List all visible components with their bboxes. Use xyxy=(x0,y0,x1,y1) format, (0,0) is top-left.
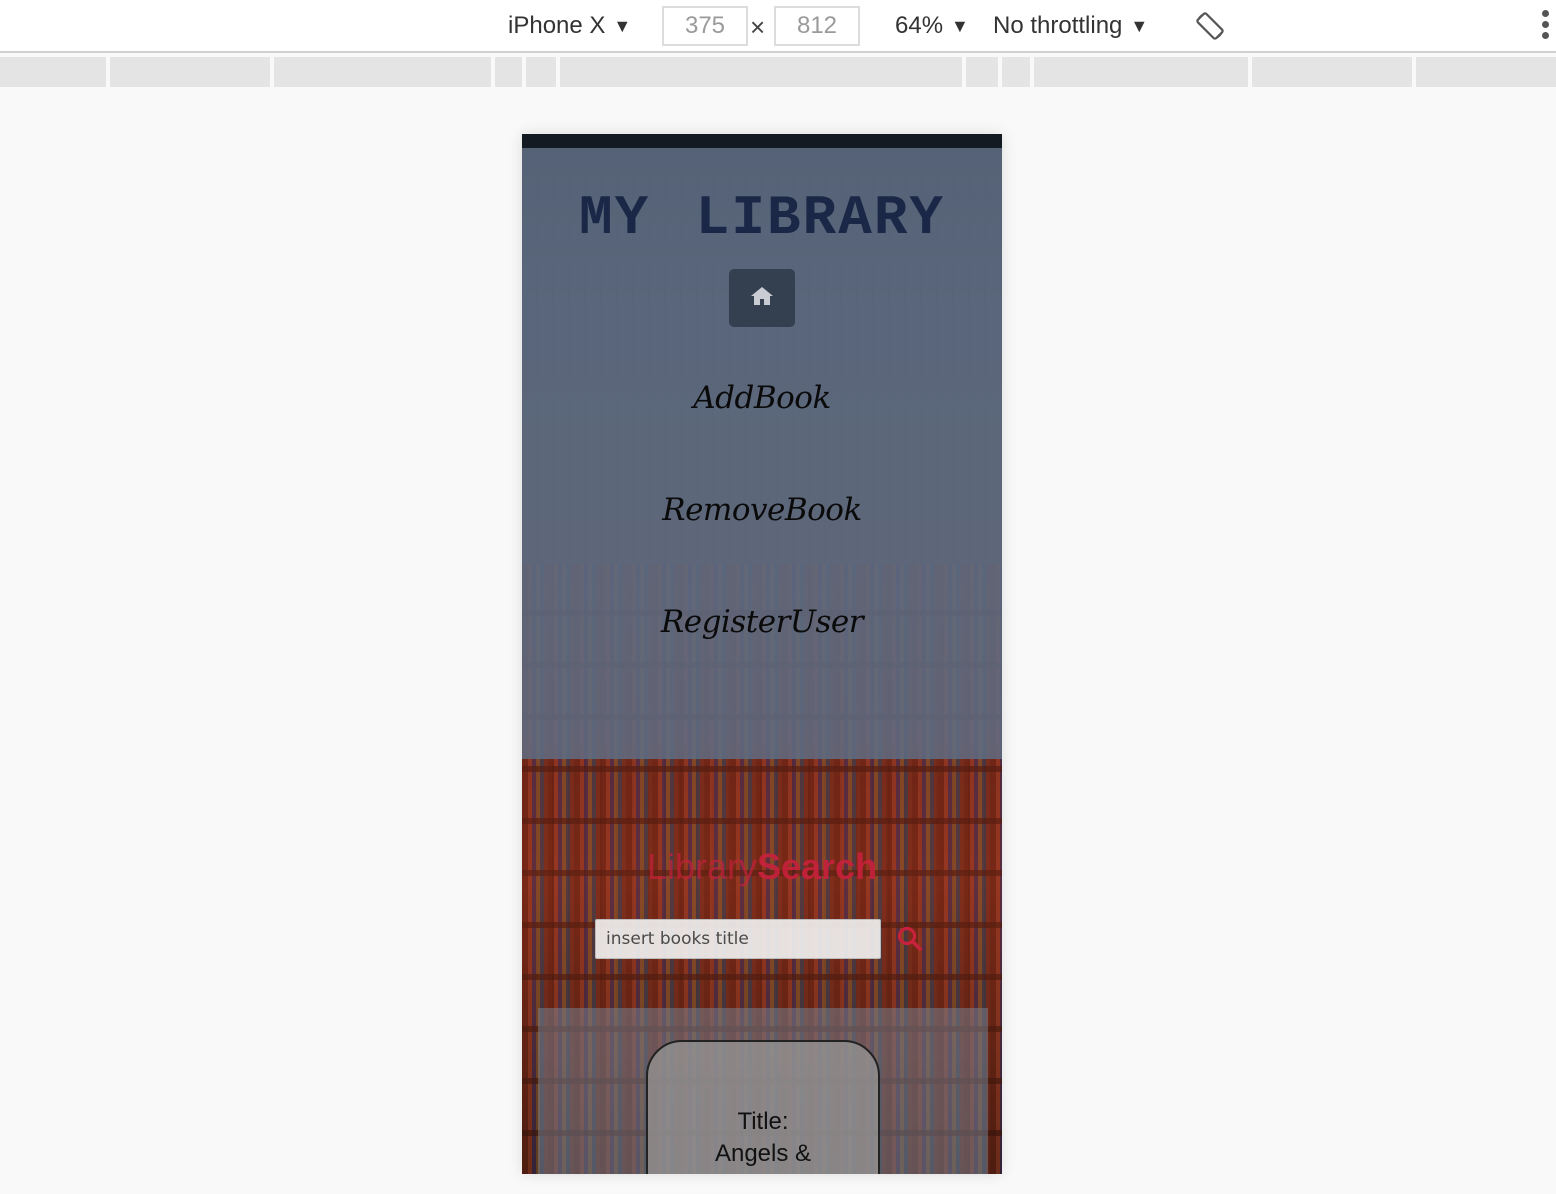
ruler-segment[interactable] xyxy=(560,57,962,87)
ruler-segment[interactable] xyxy=(1034,57,1248,87)
page-title: MY LIBRARY xyxy=(578,186,946,250)
ruler-segment[interactable] xyxy=(1416,57,1556,87)
results-panel: Title: Angels & xyxy=(538,1008,988,1174)
site-header: MY LIBRARY AddBook RemoveBook RegisterUs… xyxy=(522,148,1002,759)
home-button[interactable] xyxy=(729,269,795,327)
book-card[interactable]: Title: Angels & xyxy=(646,1040,880,1174)
media-query-ruler xyxy=(0,57,1556,90)
search-heading-library: Library xyxy=(646,846,757,887)
times-icon: × xyxy=(750,12,766,42)
chevron-down-icon: ▼ xyxy=(1130,15,1149,36)
book-title-label: Title: xyxy=(737,1108,789,1135)
ruler-segment[interactable] xyxy=(526,57,556,87)
ruler-segment[interactable] xyxy=(1002,57,1030,87)
ruler-segment[interactable] xyxy=(966,57,998,87)
book-title-value: Angels & xyxy=(714,1140,812,1167)
nav-remove-book[interactable]: RemoveBook xyxy=(522,492,1002,528)
width-input[interactable]: 375 xyxy=(662,6,748,46)
home-icon xyxy=(750,286,774,311)
search-heading-search: Search xyxy=(756,846,878,887)
ruler-segment[interactable] xyxy=(1252,57,1412,87)
more-options-icon[interactable] xyxy=(1538,10,1552,44)
throttling-select-label: No throttling xyxy=(993,12,1123,39)
ruler-segment[interactable] xyxy=(0,57,106,87)
chevron-down-icon: ▼ xyxy=(613,15,632,36)
ruler-segment[interactable] xyxy=(274,57,491,87)
chevron-down-icon: ▼ xyxy=(951,15,969,36)
ruler-segment[interactable] xyxy=(110,57,270,87)
device-select[interactable]: iPhone X ▼ xyxy=(508,0,631,52)
search-input[interactable] xyxy=(595,919,881,959)
throttling-select[interactable]: No throttling ▼ xyxy=(993,0,1148,52)
zoom-select-label: 64% xyxy=(895,12,944,39)
search-icon[interactable] xyxy=(896,925,924,953)
zoom-select[interactable]: 64% ▼ xyxy=(895,0,969,52)
search-heading: LibrarySearch xyxy=(522,846,1002,888)
height-input[interactable]: 812 xyxy=(774,6,860,46)
device-toolbar: iPhone X ▼ 375 × 812 64% ▼ No throttling… xyxy=(0,0,1556,53)
background-top-strip xyxy=(522,134,1002,148)
device-select-label: iPhone X xyxy=(508,12,606,39)
device-viewport: MY LIBRARY AddBook RemoveBook RegisterUs… xyxy=(522,134,1002,1174)
nav-add-book[interactable]: AddBook xyxy=(522,380,1002,416)
ruler-segment[interactable] xyxy=(495,57,522,87)
rotate-icon[interactable] xyxy=(1194,10,1226,42)
nav-register-user[interactable]: RegisterUser xyxy=(522,604,1002,640)
